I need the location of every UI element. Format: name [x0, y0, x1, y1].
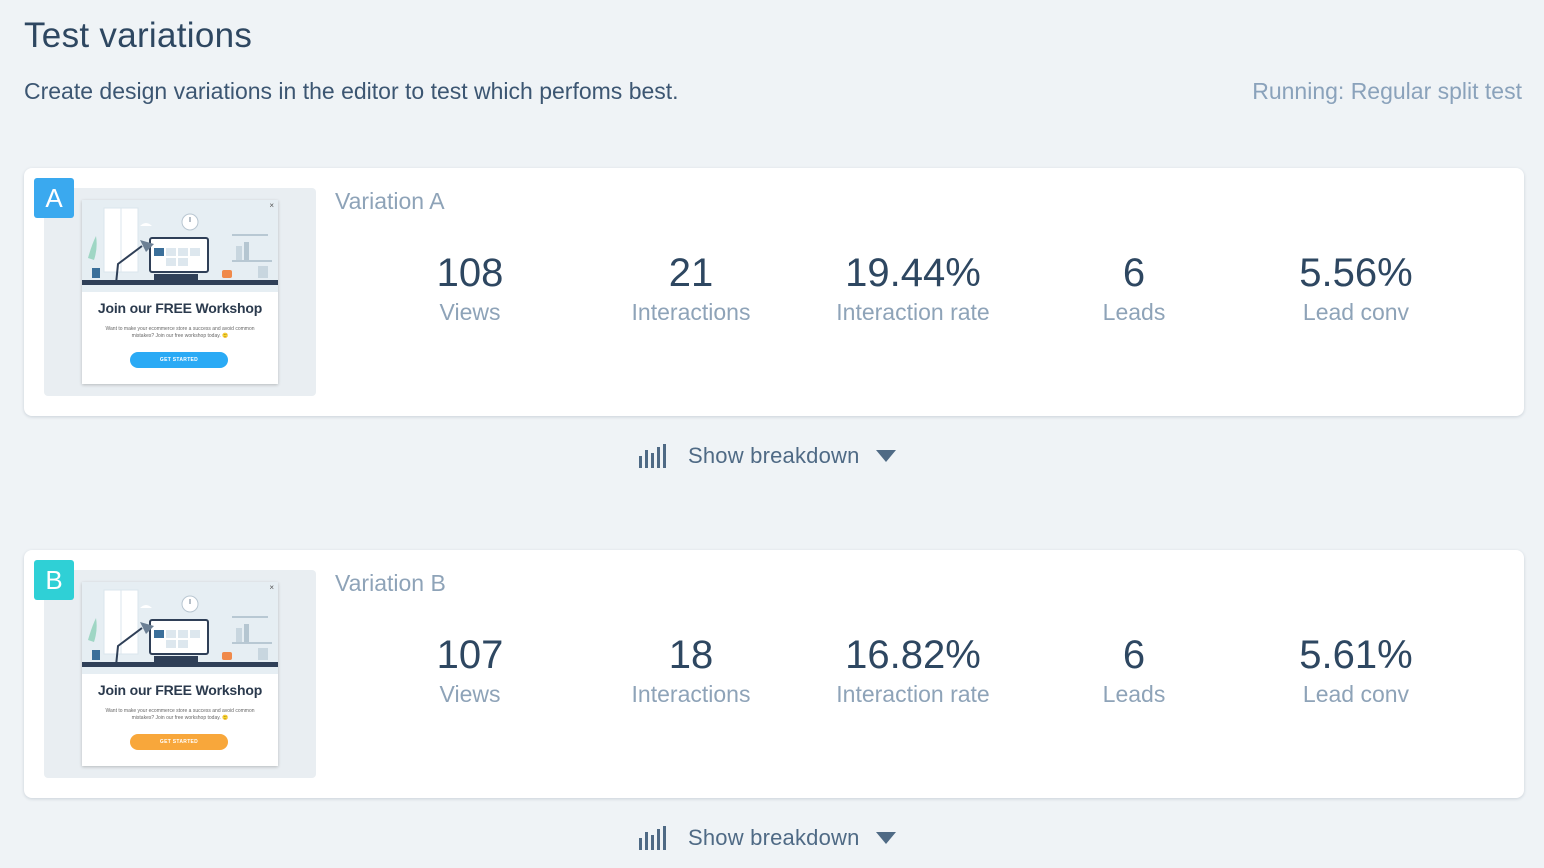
stat-value: 19.44%: [845, 251, 981, 295]
page-title: Test variations: [24, 16, 253, 55]
caret-down-icon: [875, 832, 896, 844]
variation-name-b: Variation B: [335, 570, 446, 596]
stat-lead-conv-b: 5.61% Lead conv: [1256, 632, 1456, 708]
variation-card-a: A × Join our FREE Workshop Want to make …: [24, 168, 1524, 416]
popup-body-text: Want to make your ecommerce store a succ…: [105, 326, 255, 339]
popup-title: Join our FREE Workshop: [97, 682, 263, 698]
popup-preview: × Join our FREE Workshop Want to make yo…: [82, 200, 278, 384]
stat-label: Interaction rate: [836, 681, 990, 707]
variation-card-b: B × Join our FREE Workshop Want to make …: [24, 550, 1524, 798]
stat-label: Leads: [1102, 681, 1166, 707]
show-breakdown-button-b[interactable]: Show breakdown: [638, 823, 896, 853]
stat-value: 5.56%: [1299, 251, 1413, 295]
stat-leads-b: 6 Leads: [1034, 632, 1234, 708]
show-breakdown-label: Show breakdown: [688, 825, 860, 850]
popup-cta-button: GET STARTED: [130, 734, 228, 750]
stat-label: Interactions: [631, 681, 751, 707]
stat-views-b: 107 Views: [370, 632, 570, 708]
workshop-illustration: [82, 582, 278, 674]
bar-chart-icon: [639, 444, 666, 468]
variation-thumbnail-a[interactable]: × Join our FREE Workshop Want to make yo…: [44, 188, 316, 396]
stat-value: 5.61%: [1299, 633, 1413, 677]
stat-value: 18: [668, 633, 714, 677]
stat-lead-conv-a: 5.56% Lead conv: [1256, 250, 1456, 326]
stat-value: 107: [436, 633, 504, 677]
stat-value: 6: [1122, 251, 1146, 295]
stat-interaction-rate-b: 16.82% Interaction rate: [813, 632, 1013, 708]
stat-interactions-b: 18 Interactions: [591, 632, 791, 708]
stat-label: Lead conv: [1302, 681, 1410, 707]
stat-value: 108: [436, 251, 504, 295]
popup-close-icon: ×: [269, 583, 274, 592]
stat-interaction-rate-a: 19.44% Interaction rate: [813, 250, 1013, 326]
stat-interactions-a: 21 Interactions: [591, 250, 791, 326]
test-status-label: Running: Regular split test: [1252, 78, 1522, 104]
stat-value: 6: [1122, 633, 1146, 677]
bar-chart-icon: [639, 826, 666, 850]
stat-label: Interactions: [631, 299, 751, 325]
caret-down-icon: [875, 450, 896, 462]
variation-badge-a: A: [34, 178, 74, 218]
popup-preview: × Join our FREE Workshop Want to make yo…: [82, 582, 278, 766]
test-variations-page: Test variations Create design variations…: [0, 0, 1544, 868]
workshop-illustration: [82, 200, 278, 292]
stat-value: 16.82%: [845, 633, 981, 677]
stat-label: Interaction rate: [836, 299, 990, 325]
variation-thumbnail-b[interactable]: × Join our FREE Workshop Want to make yo…: [44, 570, 316, 778]
stat-leads-a: 6 Leads: [1034, 250, 1234, 326]
stat-label: Lead conv: [1302, 299, 1410, 325]
show-breakdown-button-a[interactable]: Show breakdown: [638, 441, 896, 471]
stat-views-a: 108 Views: [370, 250, 570, 326]
popup-body-text: Want to make your ecommerce store a succ…: [105, 708, 255, 721]
variation-badge-b: B: [34, 560, 74, 600]
show-breakdown-label: Show breakdown: [688, 443, 860, 468]
stat-value: 21: [668, 251, 714, 295]
popup-title: Join our FREE Workshop: [97, 300, 263, 316]
popup-close-icon: ×: [269, 201, 274, 210]
page-description: Create design variations in the editor t…: [24, 78, 679, 104]
variation-name-a: Variation A: [335, 188, 445, 214]
stat-label: Leads: [1102, 299, 1166, 325]
stat-label: Views: [439, 681, 501, 707]
stat-label: Views: [439, 299, 501, 325]
popup-cta-button: GET STARTED: [130, 352, 228, 368]
